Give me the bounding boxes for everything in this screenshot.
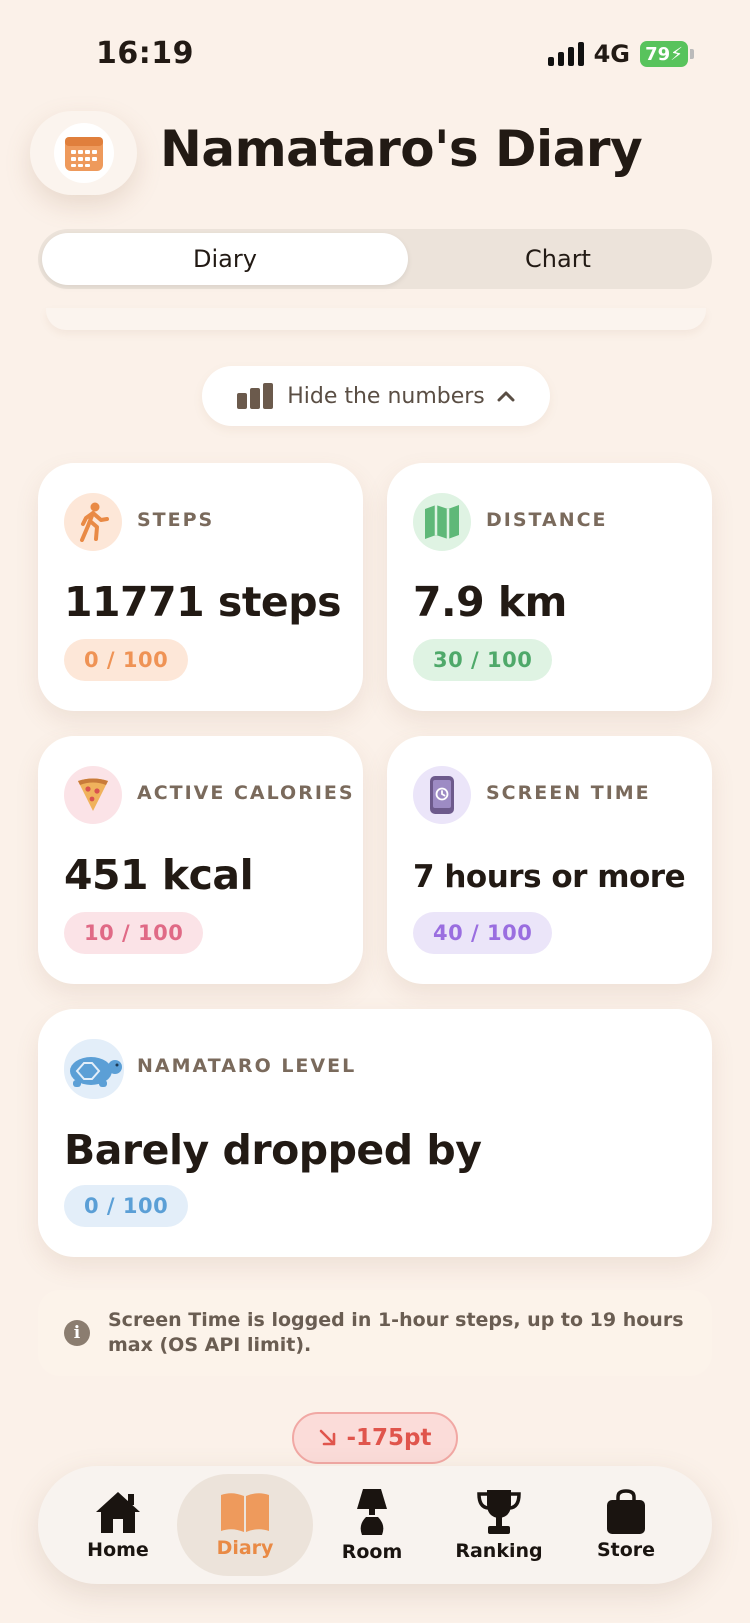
steps-value: 11771 steps bbox=[64, 578, 341, 626]
pizza-icon bbox=[64, 766, 122, 824]
battery-level: 79 bbox=[645, 43, 671, 65]
calories-label: ACTIVE CALORIES bbox=[137, 782, 355, 804]
tab-bar-diary-label: Diary bbox=[216, 1537, 274, 1559]
calories-card[interactable]: ACTIVE CALORIES 451 kcal 10 / 100 bbox=[38, 736, 363, 984]
status-time: 16:19 bbox=[96, 36, 194, 71]
tab-bar-room[interactable]: Room bbox=[304, 1474, 440, 1576]
info-icon: i bbox=[64, 1320, 90, 1346]
chevron-up-icon bbox=[497, 391, 515, 402]
home-icon bbox=[96, 1492, 140, 1533]
tab-bar-ranking[interactable]: Ranking bbox=[431, 1474, 567, 1576]
steps-card[interactable]: STEPS 11771 steps 0 / 100 bbox=[38, 463, 363, 711]
distance-score-badge: 30 / 100 bbox=[413, 639, 553, 681]
tab-bar-home-label: Home bbox=[87, 1539, 149, 1561]
trophy-icon bbox=[477, 1490, 521, 1534]
namataro-level-card[interactable]: NAMATARO LEVEL Barely dropped by 0 / 100 bbox=[38, 1009, 712, 1257]
view-switcher: Diary Chart bbox=[38, 229, 712, 289]
namataro-level-value: Barely dropped by bbox=[64, 1126, 482, 1174]
steps-score-badge: 0 / 100 bbox=[64, 639, 189, 681]
hide-numbers-toggle[interactable]: Hide the numbers bbox=[202, 366, 550, 426]
info-note-text: Screen Time is logged in 1-hour steps, u… bbox=[108, 1309, 684, 1356]
book-icon bbox=[221, 1493, 269, 1532]
tab-bar-ranking-label: Ranking bbox=[455, 1540, 543, 1562]
screen-time-score-badge: 40 / 100 bbox=[413, 912, 553, 954]
steps-label: STEPS bbox=[137, 509, 215, 531]
tab-bar-store-label: Store bbox=[596, 1539, 656, 1561]
bag-icon bbox=[607, 1489, 645, 1534]
walking-icon bbox=[64, 493, 122, 551]
calories-value: 451 kcal bbox=[64, 851, 254, 899]
calories-score-badge: 10 / 100 bbox=[64, 912, 204, 954]
tab-bar-store[interactable]: Store bbox=[558, 1474, 694, 1576]
tab-diary[interactable]: Diary bbox=[42, 233, 408, 285]
screen-time-card[interactable]: SCREEN TIME 7 hours or more 40 / 100 bbox=[387, 736, 712, 984]
hide-numbers-label: Hide the numbers bbox=[287, 383, 485, 409]
bottom-tab-bar: Home Diary Room Ranking Store bbox=[38, 1466, 712, 1584]
status-indicators: 4G 79 ⚡ bbox=[547, 40, 694, 68]
namataro-level-label: NAMATARO LEVEL bbox=[137, 1055, 357, 1077]
collapsed-card-edge bbox=[46, 308, 706, 330]
phone-icon bbox=[413, 766, 471, 824]
tab-chart[interactable]: Chart bbox=[408, 233, 708, 285]
screen-time-label: SCREEN TIME bbox=[486, 782, 651, 804]
map-icon bbox=[413, 493, 471, 551]
tab-diary-label: Diary bbox=[193, 245, 257, 273]
screen-time-value: 7 hours or more bbox=[413, 859, 686, 895]
screen-time-info-note: i Screen Time is logged in 1-hour steps,… bbox=[38, 1290, 712, 1376]
points-change-badge[interactable]: -175pt bbox=[292, 1412, 458, 1464]
distance-card[interactable]: DISTANCE 7.9 km 30 / 100 bbox=[387, 463, 712, 711]
tab-bar-home[interactable]: Home bbox=[50, 1474, 186, 1576]
bar-chart-icon bbox=[237, 383, 274, 409]
tab-bar-diary[interactable]: Diary bbox=[177, 1474, 313, 1576]
arrow-down-right-icon bbox=[320, 1429, 336, 1446]
lamp-icon bbox=[357, 1489, 387, 1535]
header-calendar-button[interactable] bbox=[30, 111, 137, 195]
calendar-icon bbox=[64, 137, 103, 171]
battery-icon: 79 ⚡ bbox=[640, 41, 694, 67]
status-bar: 16:19 4G 79 ⚡ bbox=[0, 0, 750, 100]
turtle-icon bbox=[64, 1039, 124, 1099]
network-type: 4G bbox=[593, 40, 630, 68]
page-title: Namataro's Diary bbox=[160, 120, 643, 178]
namataro-level-score-badge: 0 / 100 bbox=[64, 1185, 189, 1227]
signal-icon bbox=[547, 42, 584, 66]
tab-bar-room-label: Room bbox=[341, 1541, 403, 1563]
distance-value: 7.9 km bbox=[413, 578, 567, 626]
distance-label: DISTANCE bbox=[486, 509, 608, 531]
tab-chart-label: Chart bbox=[525, 245, 591, 273]
points-change-value: -175pt bbox=[346, 1425, 432, 1451]
